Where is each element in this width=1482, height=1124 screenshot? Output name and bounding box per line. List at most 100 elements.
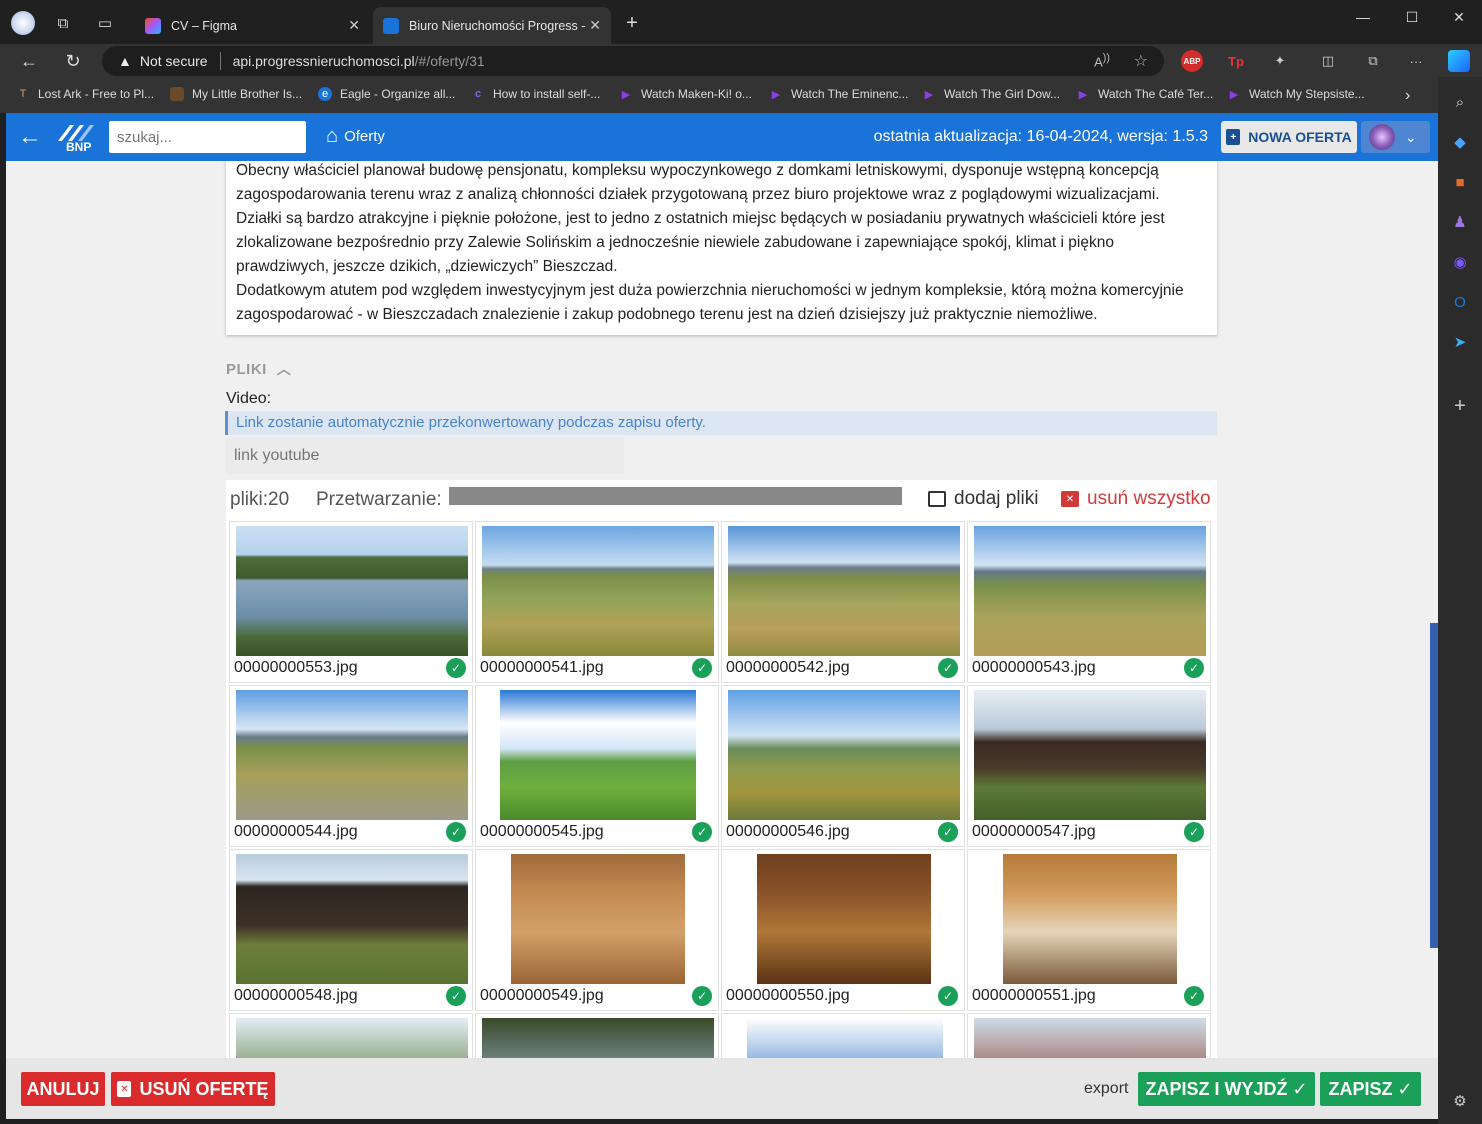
- file-thumbnail: [511, 854, 685, 984]
- delete-all-button[interactable]: ✕ usuń wszystko: [1061, 488, 1211, 510]
- file-tile[interactable]: 00000000550.jpg ✓: [721, 849, 965, 1011]
- close-tab-icon[interactable]: ✕: [589, 17, 601, 34]
- back-arrow-icon[interactable]: ←: [16, 123, 44, 151]
- profile-icon[interactable]: [10, 10, 36, 36]
- outlook-icon[interactable]: O: [1449, 291, 1471, 313]
- file-thumbnail: [747, 1018, 943, 1058]
- play-icon: ▶: [924, 88, 934, 101]
- workspaces-icon[interactable]: ⧉: [50, 10, 76, 36]
- bookmark-item[interactable]: ▶ Watch The Eminenc...: [769, 87, 909, 101]
- page-scrollbar-thumb[interactable]: [1430, 623, 1438, 948]
- file-tile[interactable]: 00000000541.jpg ✓: [475, 521, 719, 683]
- new-tab-icon[interactable]: +: [619, 10, 645, 36]
- delete-image-icon: ✕: [1061, 491, 1079, 507]
- back-icon[interactable]: ←: [16, 48, 42, 74]
- file-tile[interactable]: [967, 1013, 1211, 1058]
- file-thumbnail: [482, 1018, 714, 1058]
- save-and-exit-button[interactable]: ZAPISZ I WYJDŹ ✓: [1138, 1072, 1315, 1106]
- window-close-icon[interactable]: ✕: [1436, 6, 1482, 28]
- bookmark-label: Watch The Café Ter...: [1098, 87, 1214, 101]
- file-tile[interactable]: 00000000543.jpg ✓: [967, 521, 1211, 683]
- toolbox-icon[interactable]: ■: [1449, 171, 1471, 193]
- youtube-link-input[interactable]: [226, 437, 624, 474]
- telegram-icon[interactable]: ➤: [1449, 331, 1471, 353]
- user-menu-button[interactable]: ⌄: [1361, 121, 1430, 153]
- document-plus-icon: +: [1226, 129, 1241, 145]
- file-name: 00000000545.jpg: [480, 823, 604, 840]
- bookmark-item[interactable]: T Lost Ark - Free to Pl...: [16, 87, 154, 101]
- search-input[interactable]: [109, 121, 306, 153]
- split-screen-icon[interactable]: ◫: [1317, 50, 1339, 72]
- trash-icon: ✕: [117, 1081, 132, 1097]
- file-tile[interactable]: [475, 1013, 719, 1058]
- bookmark-item[interactable]: e Eagle - Organize all...: [318, 87, 455, 101]
- files-section-toggle[interactable]: PLIKI ︿: [226, 359, 291, 379]
- close-tab-icon[interactable]: ✕: [348, 17, 360, 34]
- adblock-icon[interactable]: ABP: [1181, 50, 1203, 72]
- delete-offer-button[interactable]: ✕ USUŃ OFERTĘ: [111, 1072, 275, 1106]
- file-tile[interactable]: 00000000546.jpg ✓: [721, 685, 965, 847]
- file-tile[interactable]: [229, 1013, 473, 1058]
- add-panel-icon[interactable]: +: [1449, 395, 1471, 417]
- export-link[interactable]: export: [1084, 1080, 1128, 1098]
- file-thumbnail: [236, 526, 468, 656]
- collections-icon[interactable]: ⧉: [1362, 50, 1384, 72]
- games-icon[interactable]: ♟: [1449, 211, 1471, 233]
- new-offer-button[interactable]: + NOWA OFERTA: [1221, 121, 1357, 153]
- check-circle-icon: ✓: [938, 986, 958, 1006]
- bookmark-label: Watch My Stepsiste...: [1249, 87, 1365, 101]
- offers-link[interactable]: ⌂ Oferty: [326, 125, 385, 148]
- play-icon: ▶: [621, 88, 631, 101]
- read-aloud-icon[interactable]: A)): [1094, 52, 1110, 69]
- file-tile[interactable]: 00000000551.jpg ✓: [967, 849, 1211, 1011]
- tp-extension-icon[interactable]: Tp: [1225, 50, 1247, 72]
- url-field[interactable]: ▲ Not secure api.progressnieruchomosci.p…: [102, 46, 1164, 76]
- offer-form-scroll-area[interactable]: Obecny właściciel planował budowę pensjo…: [6, 161, 1438, 1058]
- file-tile[interactable]: 00000000545.jpg ✓: [475, 685, 719, 847]
- bookmark-item[interactable]: c How to install self-...: [471, 87, 600, 101]
- files-panel: pliki:20 Przetwarzanie: dodaj pliki ✕ us…: [226, 480, 1217, 1058]
- settings-gear-icon[interactable]: ⚙: [1449, 1090, 1471, 1112]
- bookmark-item[interactable]: My Little Brother Is...: [170, 87, 302, 101]
- extensions-icon[interactable]: ✦: [1269, 50, 1291, 72]
- tab-actions-icon[interactable]: ▭: [92, 10, 118, 36]
- divider: [219, 52, 221, 70]
- description-paragraph: Obecny właściciel planował budowę pensjo…: [236, 162, 1160, 203]
- search-icon[interactable]: ⌕: [1449, 91, 1471, 113]
- bnp-logo[interactable]: BNP: [56, 123, 98, 155]
- browser-tab-bar: ⧉ ▭ CV – Figma ✕ Biuro Nieruchomości Pro…: [0, 0, 1482, 44]
- save-button[interactable]: ZAPISZ ✓: [1320, 1072, 1421, 1106]
- bookmark-label: Watch The Girl Dow...: [944, 87, 1061, 101]
- bookmark-item[interactable]: ▶ Watch The Café Ter...: [1076, 87, 1213, 101]
- file-thumbnail: [1003, 854, 1177, 984]
- check-circle-icon: ✓: [1184, 658, 1204, 678]
- cancel-button[interactable]: ANULUJ: [21, 1072, 105, 1106]
- copilot-icon[interactable]: [1448, 50, 1470, 72]
- copilot-side-icon[interactable]: ◉: [1449, 251, 1471, 273]
- tab-biuro[interactable]: Biuro Nieruchomości Progress - ✕: [373, 7, 611, 44]
- more-menu-icon[interactable]: ···: [1405, 50, 1427, 72]
- tag-icon[interactable]: ◆: [1449, 131, 1471, 153]
- maximize-icon[interactable]: ☐: [1389, 6, 1435, 28]
- file-tile[interactable]: 00000000544.jpg ✓: [229, 685, 473, 847]
- bookmarks-overflow-chevron-icon[interactable]: ›: [1405, 87, 1410, 105]
- file-thumbnail: [974, 690, 1206, 820]
- bookmark-item[interactable]: ▶ Watch My Stepsiste...: [1227, 87, 1365, 101]
- tab-figma[interactable]: CV – Figma ✕: [135, 7, 370, 44]
- reload-icon[interactable]: ↻: [60, 48, 86, 74]
- file-tile[interactable]: 00000000547.jpg ✓: [967, 685, 1211, 847]
- file-tile[interactable]: 00000000542.jpg ✓: [721, 521, 965, 683]
- bookmark-item[interactable]: ▶ Watch The Girl Dow...: [922, 87, 1060, 101]
- file-tile[interactable]: 00000000548.jpg ✓: [229, 849, 473, 1011]
- file-tile[interactable]: [721, 1013, 965, 1058]
- file-tile[interactable]: 00000000549.jpg ✓: [475, 849, 719, 1011]
- minimize-icon[interactable]: —: [1340, 6, 1386, 28]
- bookmark-item[interactable]: ▶ Watch Maken-Ki! o...: [619, 87, 752, 101]
- check-circle-icon: ✓: [446, 986, 466, 1006]
- avatar: [1369, 124, 1395, 150]
- add-files-button[interactable]: dodaj pliki: [928, 488, 1039, 510]
- check-circle-icon: ✓: [692, 822, 712, 842]
- favorite-star-icon[interactable]: ☆: [1134, 51, 1148, 71]
- bnp-favicon-icon: [383, 17, 399, 34]
- file-tile[interactable]: 00000000553.jpg ✓: [229, 521, 473, 683]
